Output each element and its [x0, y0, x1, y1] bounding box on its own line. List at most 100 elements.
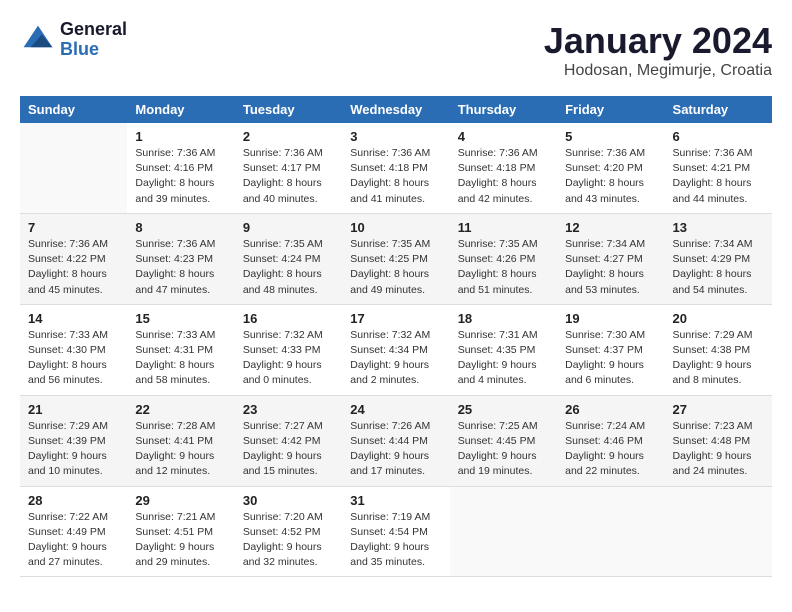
header-cell-sunday: Sunday [20, 96, 127, 123]
day-number: 21 [28, 402, 119, 417]
calendar-table: SundayMondayTuesdayWednesdayThursdayFrid… [20, 96, 772, 577]
day-info: Sunrise: 7:32 AMSunset: 4:34 PMDaylight:… [350, 328, 441, 389]
calendar-cell [20, 123, 127, 213]
calendar-cell: 25 Sunrise: 7:25 AMSunset: 4:45 PMDayligh… [450, 395, 557, 486]
calendar-week-row: 21Sunrise: 7:29 AMSunset: 4:39 PMDayligh… [20, 395, 772, 486]
calendar-cell: 3Sunrise: 7:36 AMSunset: 4:18 PMDaylight… [342, 123, 449, 213]
calendar-cell: 6 Sunrise: 7:36 AMSunset: 4:21 PMDaylight… [665, 123, 772, 213]
day-info: Sunrise: 7:36 AMSunset: 4:22 PMDaylight:… [28, 237, 119, 298]
day-number: 25 [458, 402, 549, 417]
day-info: Sunrise: 7:32 AMSunset: 4:33 PMDaylight:… [243, 328, 334, 389]
calendar-cell: 2 Sunrise: 7:36 AMSunset: 4:17 PMDaylight… [235, 123, 342, 213]
calendar-cell: 16 Sunrise: 7:32 AMSunset: 4:33 PMDayligh… [235, 304, 342, 395]
day-info: Sunrise: 7:33 AMSunset: 4:30 PMDaylight:… [28, 328, 119, 389]
day-info: Sunrise: 7:31 AMSunset: 4:35 PMDaylight:… [458, 328, 549, 389]
calendar-week-row: 1 Sunrise: 7:36 AMSunset: 4:16 PMDaylight… [20, 123, 772, 213]
day-number: 11 [458, 220, 549, 235]
day-number: 8 [135, 220, 226, 235]
day-info: Sunrise: 7:35 AMSunset: 4:26 PMDaylight:… [458, 237, 549, 298]
calendar-cell: 19 Sunrise: 7:30 AMSunset: 4:37 PMDayligh… [557, 304, 664, 395]
day-number: 30 [243, 493, 334, 508]
calendar-cell: 23Sunrise: 7:27 AMSunset: 4:42 PMDayligh… [235, 395, 342, 486]
calendar-cell: 9 Sunrise: 7:35 AMSunset: 4:24 PMDaylight… [235, 213, 342, 304]
day-number: 16 [243, 311, 334, 326]
day-info: Sunrise: 7:22 AMSunset: 4:49 PMDaylight:… [28, 510, 119, 571]
day-number: 26 [565, 402, 656, 417]
header-cell-tuesday: Tuesday [235, 96, 342, 123]
calendar-cell: 11 Sunrise: 7:35 AMSunset: 4:26 PMDayligh… [450, 213, 557, 304]
header-cell-saturday: Saturday [665, 96, 772, 123]
calendar-cell: 14Sunrise: 7:33 AMSunset: 4:30 PMDayligh… [20, 304, 127, 395]
header-cell-wednesday: Wednesday [342, 96, 449, 123]
calendar-cell: 24 Sunrise: 7:26 AMSunset: 4:44 PMDayligh… [342, 395, 449, 486]
day-info: Sunrise: 7:36 AMSunset: 4:18 PMDaylight:… [350, 146, 441, 207]
day-info: Sunrise: 7:36 AMSunset: 4:21 PMDaylight:… [673, 146, 764, 207]
calendar-cell: 27 Sunrise: 7:23 AMSunset: 4:48 PMDayligh… [665, 395, 772, 486]
day-number: 2 [243, 129, 334, 144]
calendar-cell: 26 Sunrise: 7:24 AMSunset: 4:46 PMDayligh… [557, 395, 664, 486]
day-info: Sunrise: 7:35 AMSunset: 4:25 PMDaylight:… [350, 237, 441, 298]
calendar-cell: 13 Sunrise: 7:34 AMSunset: 4:29 PMDayligh… [665, 213, 772, 304]
day-info: Sunrise: 7:33 AMSunset: 4:31 PMDaylight:… [135, 328, 226, 389]
calendar-cell [665, 486, 772, 577]
day-number: 22 [135, 402, 226, 417]
day-number: 15 [135, 311, 226, 326]
calendar-cell: 30 Sunrise: 7:20 AMSunset: 4:52 PMDayligh… [235, 486, 342, 577]
day-number: 7 [28, 220, 119, 235]
calendar-cell: 18 Sunrise: 7:31 AMSunset: 4:35 PMDayligh… [450, 304, 557, 395]
day-number: 13 [673, 220, 764, 235]
day-info: Sunrise: 7:36 AMSunset: 4:17 PMDaylight:… [243, 146, 334, 207]
day-number: 19 [565, 311, 656, 326]
day-info: Sunrise: 7:25 AMSunset: 4:45 PMDaylight:… [458, 419, 549, 480]
day-info: Sunrise: 7:28 AMSunset: 4:41 PMDaylight:… [135, 419, 226, 480]
day-info: Sunrise: 7:36 AMSunset: 4:20 PMDaylight:… [565, 146, 656, 207]
day-number: 9 [243, 220, 334, 235]
main-title: January 2024 [544, 20, 772, 62]
day-info: Sunrise: 7:30 AMSunset: 4:37 PMDaylight:… [565, 328, 656, 389]
day-number: 5 [565, 129, 656, 144]
logo-line1: General [60, 20, 127, 40]
day-info: Sunrise: 7:34 AMSunset: 4:27 PMDaylight:… [565, 237, 656, 298]
day-number: 29 [135, 493, 226, 508]
day-info: Sunrise: 7:20 AMSunset: 4:52 PMDaylight:… [243, 510, 334, 571]
calendar-header-row: SundayMondayTuesdayWednesdayThursdayFrid… [20, 96, 772, 123]
calendar-cell: 7 Sunrise: 7:36 AMSunset: 4:22 PMDaylight… [20, 213, 127, 304]
day-number: 10 [350, 220, 441, 235]
calendar-cell: 20Sunrise: 7:29 AMSunset: 4:38 PMDayligh… [665, 304, 772, 395]
calendar-cell [450, 486, 557, 577]
day-info: Sunrise: 7:29 AMSunset: 4:38 PMDaylight:… [673, 328, 764, 389]
day-info: Sunrise: 7:35 AMSunset: 4:24 PMDaylight:… [243, 237, 334, 298]
day-number: 1 [135, 129, 226, 144]
logo: General Blue [20, 20, 127, 60]
day-info: Sunrise: 7:19 AMSunset: 4:54 PMDaylight:… [350, 510, 441, 571]
header-cell-thursday: Thursday [450, 96, 557, 123]
title-section: January 2024 Hodosan, Megimurje, Croatia [544, 20, 772, 80]
day-number: 24 [350, 402, 441, 417]
day-number: 17 [350, 311, 441, 326]
calendar-cell: 1 Sunrise: 7:36 AMSunset: 4:16 PMDaylight… [127, 123, 234, 213]
calendar-cell: 28Sunrise: 7:22 AMSunset: 4:49 PMDayligh… [20, 486, 127, 577]
calendar-cell: 4Sunrise: 7:36 AMSunset: 4:18 PMDaylight… [450, 123, 557, 213]
day-number: 27 [673, 402, 764, 417]
calendar-week-row: 14Sunrise: 7:33 AMSunset: 4:30 PMDayligh… [20, 304, 772, 395]
calendar-cell: 29 Sunrise: 7:21 AMSunset: 4:51 PMDayligh… [127, 486, 234, 577]
calendar-cell: 21Sunrise: 7:29 AMSunset: 4:39 PMDayligh… [20, 395, 127, 486]
day-info: Sunrise: 7:21 AMSunset: 4:51 PMDaylight:… [135, 510, 226, 571]
calendar-cell: 10 Sunrise: 7:35 AMSunset: 4:25 PMDayligh… [342, 213, 449, 304]
day-number: 18 [458, 311, 549, 326]
day-number: 6 [673, 129, 764, 144]
day-info: Sunrise: 7:24 AMSunset: 4:46 PMDaylight:… [565, 419, 656, 480]
day-info: Sunrise: 7:23 AMSunset: 4:48 PMDaylight:… [673, 419, 764, 480]
calendar-cell: 31Sunrise: 7:19 AMSunset: 4:54 PMDayligh… [342, 486, 449, 577]
day-number: 12 [565, 220, 656, 235]
calendar-week-row: 28Sunrise: 7:22 AMSunset: 4:49 PMDayligh… [20, 486, 772, 577]
logo-icon [20, 22, 56, 58]
calendar-cell: 22 Sunrise: 7:28 AMSunset: 4:41 PMDayligh… [127, 395, 234, 486]
day-info: Sunrise: 7:36 AMSunset: 4:16 PMDaylight:… [135, 146, 226, 207]
sub-title: Hodosan, Megimurje, Croatia [544, 62, 772, 80]
day-info: Sunrise: 7:34 AMSunset: 4:29 PMDaylight:… [673, 237, 764, 298]
day-info: Sunrise: 7:26 AMSunset: 4:44 PMDaylight:… [350, 419, 441, 480]
day-info: Sunrise: 7:27 AMSunset: 4:42 PMDaylight:… [243, 419, 334, 480]
calendar-cell: 5 Sunrise: 7:36 AMSunset: 4:20 PMDaylight… [557, 123, 664, 213]
day-number: 4 [458, 129, 549, 144]
